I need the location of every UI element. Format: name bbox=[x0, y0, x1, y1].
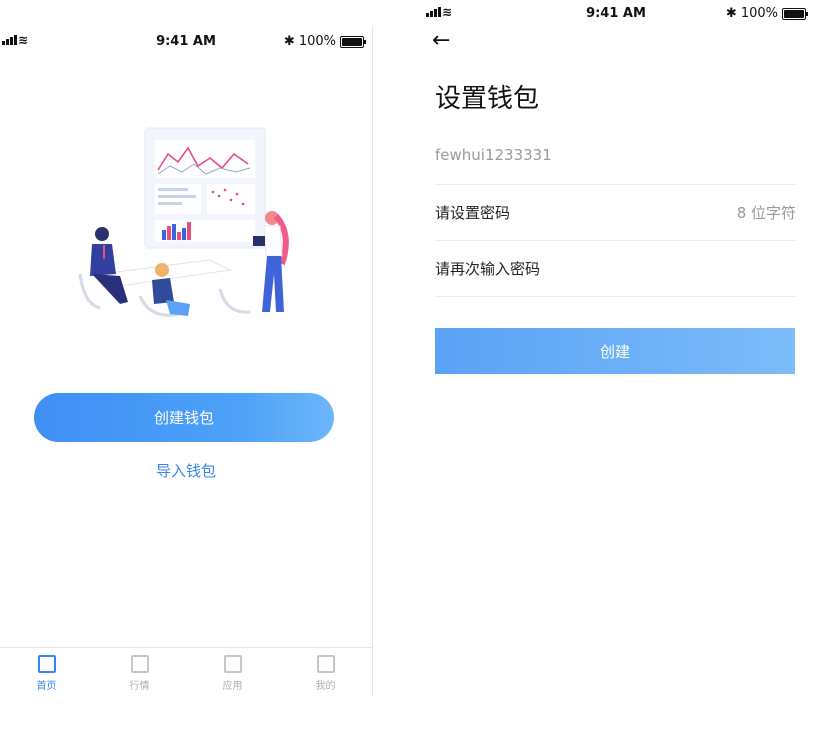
battery-icon bbox=[340, 35, 366, 48]
home-icon bbox=[37, 655, 56, 673]
tab-apps-label: 应用 bbox=[222, 681, 243, 692]
password-field[interactable]: 请设置密码 8 位字符 bbox=[435, 184, 796, 241]
import-wallet-link[interactable]: 导入钱包 bbox=[0, 460, 372, 481]
battery-percent: 100% bbox=[740, 6, 778, 21]
tab-home-label: 首页 bbox=[36, 681, 57, 692]
page-title: 设置钱包 bbox=[435, 84, 540, 114]
tab-profile[interactable]: 我的 bbox=[279, 648, 372, 696]
market-icon bbox=[130, 655, 149, 673]
create-button[interactable]: 创建 bbox=[435, 328, 795, 374]
battery-percent: 100% bbox=[298, 34, 336, 49]
tab-apps[interactable]: 应用 bbox=[186, 648, 279, 696]
create-wallet-button[interactable]: 创建钱包 bbox=[34, 393, 334, 442]
battery-icon bbox=[782, 7, 808, 20]
password-hint: 8 位字符 bbox=[736, 204, 796, 222]
back-arrow-icon[interactable]: ← bbox=[432, 28, 450, 53]
tab-profile-label: 我的 bbox=[315, 681, 336, 692]
bluetooth-icon: ✱ bbox=[725, 6, 737, 21]
tab-home[interactable]: 首页 bbox=[0, 648, 93, 696]
profile-icon bbox=[316, 655, 335, 673]
confirm-password-label: 请再次输入密码 bbox=[435, 260, 541, 278]
wallet-name-field[interactable]: fewhui1233331 bbox=[435, 128, 796, 185]
wallet-name-value: fewhui1233331 bbox=[435, 146, 552, 164]
apps-icon bbox=[223, 655, 242, 673]
tab-bar: 首页 行情 应用 我的 bbox=[0, 647, 372, 696]
tab-market-label: 行情 bbox=[129, 681, 150, 692]
setup-wallet-screen: ≋ 9:41 AM ✱ 100% ← 设置钱包 fewhui1233331 请设… bbox=[410, 0, 822, 738]
status-bar: ≋ 9:41 AM ✱ 100% bbox=[0, 30, 372, 54]
team-meeting-illustration bbox=[78, 127, 289, 317]
status-bar: ≋ 9:41 AM ✱ 100% bbox=[410, 2, 822, 26]
bluetooth-icon: ✱ bbox=[283, 34, 295, 49]
password-label: 请设置密码 bbox=[435, 204, 511, 222]
home-screen: ≋ 9:41 AM ✱ 100% 创建钱包 导入钱包 首页 行情 应用 我的 bbox=[0, 26, 373, 696]
tab-market[interactable]: 行情 bbox=[93, 648, 186, 696]
confirm-password-field[interactable]: 请再次输入密码 bbox=[435, 240, 796, 297]
